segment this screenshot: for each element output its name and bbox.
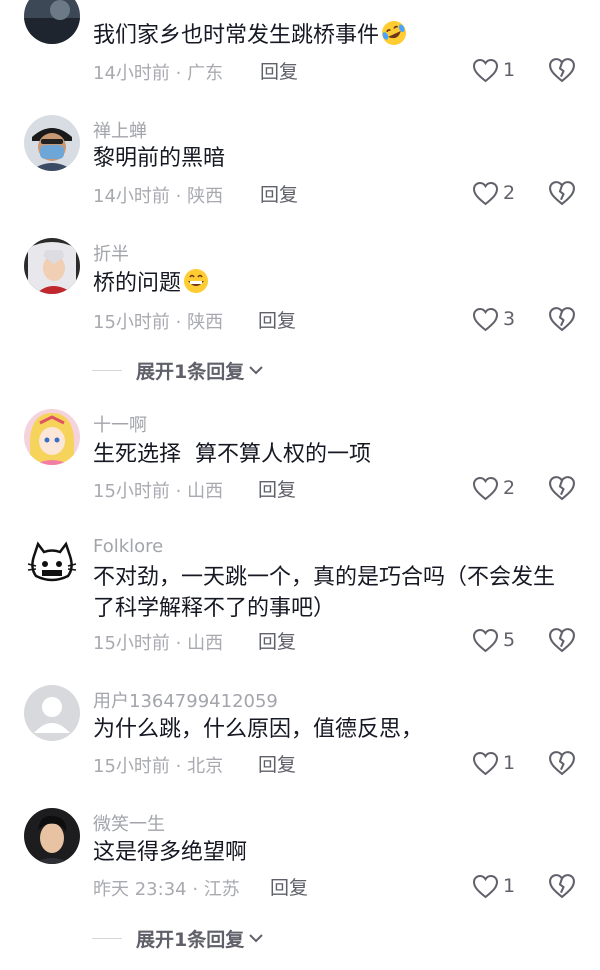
heart-outline-icon xyxy=(472,628,499,652)
like-button[interactable]: 3 xyxy=(472,305,515,333)
reply-button[interactable]: 回复 xyxy=(260,57,298,84)
like-count: 5 xyxy=(503,629,516,651)
grinning-emoji xyxy=(184,269,209,293)
like-button[interactable]: 2 xyxy=(472,179,515,207)
broken-heart-icon xyxy=(549,58,575,83)
heart-outline-icon xyxy=(472,874,499,898)
reply-button[interactable]: 回复 xyxy=(270,873,308,900)
like-button[interactable]: 1 xyxy=(472,872,515,900)
comment-meta: 15小时前 · 陕西 xyxy=(93,312,224,333)
comment-meta: 14小时前 · 陕西 xyxy=(93,186,224,207)
reply-button[interactable]: 回复 xyxy=(258,306,296,333)
comment-meta: 15小时前 · 山西 xyxy=(93,633,224,654)
expand-divider xyxy=(92,937,122,939)
like-button[interactable]: 5 xyxy=(472,626,515,654)
reply-button[interactable]: 回复 xyxy=(258,475,296,502)
expand-replies-label: 展开1条回复 xyxy=(136,360,245,383)
avatar[interactable] xyxy=(24,685,80,741)
heart-outline-icon xyxy=(472,58,499,82)
reply-button[interactable]: 回复 xyxy=(258,627,296,654)
heart-outline-icon xyxy=(472,751,499,775)
avatar[interactable] xyxy=(24,808,80,864)
heart-outline-icon xyxy=(472,476,499,500)
username[interactable]: 用户1364799412059 xyxy=(93,687,278,713)
like-count: 1 xyxy=(503,752,516,774)
avatar[interactable] xyxy=(24,409,80,465)
avatar[interactable] xyxy=(24,0,80,44)
dislike-button[interactable] xyxy=(548,872,576,900)
dislike-button[interactable] xyxy=(548,179,576,207)
comment-text: 黎明前的黑暗 xyxy=(93,146,226,171)
reply-button[interactable]: 回复 xyxy=(260,180,298,207)
like-button[interactable]: 1 xyxy=(472,56,515,84)
like-count: 2 xyxy=(503,182,516,204)
chevron-down-icon xyxy=(249,934,263,943)
expand-replies-button[interactable]: 展开1条回复 xyxy=(92,356,264,384)
broken-heart-icon xyxy=(549,307,575,332)
username[interactable]: Folklore xyxy=(93,536,163,557)
like-count: 1 xyxy=(503,875,516,897)
expand-replies-button[interactable]: 展开1条回复 xyxy=(92,924,264,952)
broken-heart-icon xyxy=(549,751,575,776)
dislike-button[interactable] xyxy=(548,749,576,777)
username[interactable]: 微笑一生 xyxy=(93,810,165,836)
heart-outline-icon xyxy=(472,307,499,331)
comment-text: 不对劲，一天跳一个，真的是巧合吗（不会发生了科学解释不了的事吧） xyxy=(93,565,556,621)
comment-meta: 15小时前 · 北京 xyxy=(93,756,224,777)
like-button[interactable]: 2 xyxy=(472,474,515,502)
comment-meta: 14小时前 · 广东 xyxy=(93,63,224,84)
comment-meta: 昨天 23:34 · 江苏 xyxy=(93,879,240,900)
dislike-button[interactable] xyxy=(548,305,576,333)
avatar[interactable] xyxy=(24,238,80,294)
broken-heart-icon xyxy=(549,874,575,899)
expand-replies-label: 展开1条回复 xyxy=(136,928,245,951)
comment-text: 为什么跳，什么原因，值德反思， xyxy=(93,717,424,742)
dislike-button[interactable] xyxy=(548,56,576,84)
heart-outline-icon xyxy=(472,181,499,205)
comment-text: 生死选择 算不算人权的一项 xyxy=(93,442,371,467)
like-count: 2 xyxy=(503,477,516,499)
comment-text: 我们家乡也时常发生跳桥事件 xyxy=(93,20,573,51)
broken-heart-icon xyxy=(549,181,575,206)
chevron-down-icon xyxy=(249,366,263,375)
like-button[interactable]: 1 xyxy=(472,749,515,777)
avatar[interactable] xyxy=(24,115,80,171)
comment-text: 桥的问题 xyxy=(93,268,573,299)
comment-text: 这是得多绝望啊 xyxy=(93,840,248,865)
dislike-button[interactable] xyxy=(548,626,576,654)
comment-meta: 15小时前 · 山西 xyxy=(93,481,224,502)
avatar[interactable] xyxy=(24,534,80,590)
like-count: 1 xyxy=(503,59,516,81)
expand-divider xyxy=(92,369,122,371)
like-count: 3 xyxy=(503,308,516,330)
rolling-laughing-emoji xyxy=(382,21,407,45)
username[interactable]: 十一啊 xyxy=(93,411,147,437)
reply-button[interactable]: 回复 xyxy=(258,750,296,777)
username[interactable]: 禅上蝉 xyxy=(93,117,147,143)
dislike-button[interactable] xyxy=(548,474,576,502)
username[interactable]: 折半 xyxy=(93,240,129,266)
broken-heart-icon xyxy=(549,476,575,501)
broken-heart-icon xyxy=(549,628,575,653)
